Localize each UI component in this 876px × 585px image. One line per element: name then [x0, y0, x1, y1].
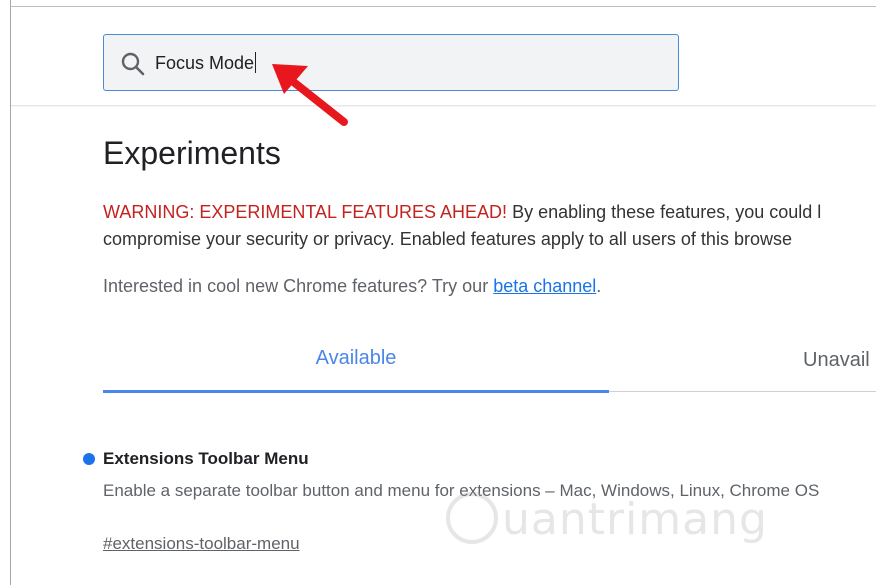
feature-description: Enable a separate toolbar button and men… [103, 481, 820, 500]
feature-permalink[interactable]: #extensions-toolbar-menu [103, 533, 300, 555]
beta-promo: Interested in cool new Chrome features? … [103, 275, 601, 297]
search-input[interactable]: Focus Mode [103, 34, 679, 91]
browser-page: Focus Mode Experiments WARNING: EXPERIME… [0, 0, 876, 585]
feature-match-dot [83, 453, 95, 465]
warning-label: WARNING: EXPERIMENTAL FEATURES AHEAD! [103, 202, 508, 222]
active-tab-indicator [103, 390, 609, 393]
beta-channel-link[interactable]: beta channel [493, 276, 596, 296]
text-caret [255, 52, 257, 73]
warning-text-line1: By enabling these features, you could l [507, 202, 822, 222]
warning-message: WARNING: EXPERIMENTAL FEATURES AHEAD! By… [103, 199, 876, 253]
tab-divider [609, 391, 876, 392]
page-title: Experiments [103, 135, 281, 171]
feature-title: Extensions Toolbar Menu [103, 449, 309, 468]
tab-available[interactable]: Available [103, 345, 609, 371]
warning-text-line2: compromise your security or privacy. Ena… [103, 229, 792, 249]
beta-promo-suffix: . [596, 276, 602, 296]
tab-unavailable[interactable]: Unavail [803, 347, 870, 373]
search-value[interactable]: Focus Mode [155, 52, 257, 74]
red-arrow-annotation [272, 64, 348, 126]
search-icon [121, 52, 145, 76]
search-value-text: Focus Mode [155, 53, 255, 73]
beta-promo-text: Interested in cool new Chrome features? … [103, 276, 494, 296]
